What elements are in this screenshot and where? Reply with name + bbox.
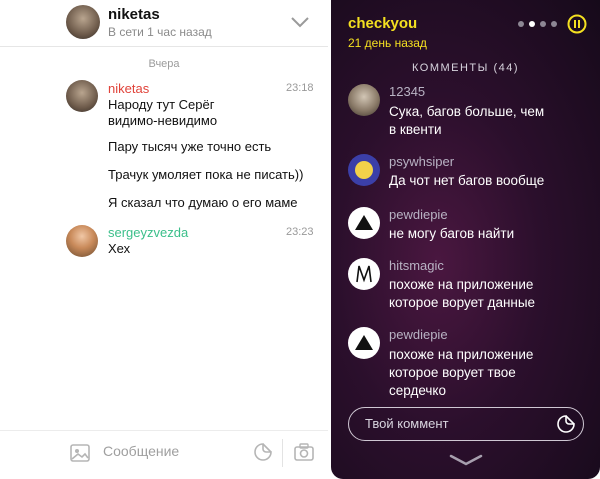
comments-label: КОММЕНТЫ (44) [411, 62, 520, 74]
message-text: Пару тысяч уже точно есть [108, 139, 272, 154]
contact-status: В сети 1 час назад [108, 25, 212, 39]
avatar[interactable] [348, 84, 380, 116]
comment-text: в квенти [389, 122, 442, 137]
avatar[interactable] [348, 207, 380, 239]
message-text: видимо-невидимо [108, 113, 218, 128]
message-author[interactable]: sergeyzvezda [108, 225, 188, 240]
page-dot [540, 21, 546, 27]
comment-text: Да чот нет багов вообще [389, 173, 545, 188]
comment-input-field[interactable]: Твой коммент [348, 407, 584, 441]
triangle-icon [355, 335, 373, 350]
page-dot [518, 21, 524, 27]
contact-name[interactable]: niketas [108, 6, 160, 23]
comment-author[interactable]: psywhsiper [389, 154, 454, 169]
sticker-icon[interactable] [557, 415, 575, 433]
logo-icon [356, 265, 372, 283]
sticker-icon[interactable] [254, 443, 272, 461]
pause-icon[interactable] [567, 14, 587, 34]
message-composer: Сообщение [0, 430, 328, 479]
page-dot [551, 21, 557, 27]
face-icon [355, 161, 373, 179]
message-time: 23:23 [286, 226, 314, 238]
comment-text: которое ворует данные [389, 295, 536, 310]
divider [282, 439, 283, 467]
avatar[interactable] [348, 327, 380, 359]
chevron-down-icon[interactable] [290, 12, 310, 32]
chat-panel: niketas В сети 1 час назад Вчера niketas… [0, 0, 328, 479]
avatar[interactable] [66, 80, 98, 112]
comment-input[interactable]: Твой коммент [365, 416, 449, 431]
comment-author[interactable]: 12345 [389, 84, 425, 99]
message-input[interactable]: Сообщение [103, 443, 243, 459]
message-author[interactable]: niketas [108, 81, 149, 96]
comment-text: Сука, багов больше, чем [389, 104, 545, 119]
comment-author[interactable]: hitsmagic [389, 258, 444, 273]
avatar[interactable] [348, 154, 380, 186]
checkyou-panel: checkyou 21 день назад КОММЕНТЫ (44) 123… [331, 0, 600, 479]
date-divider: Вчера [148, 58, 180, 70]
app-title: checkyou [348, 15, 418, 32]
chevron-down-icon[interactable] [449, 453, 483, 466]
page-indicator[interactable] [518, 20, 562, 28]
comment-author[interactable]: pewdiepie [389, 207, 448, 222]
comment-text: сердечко [389, 383, 446, 398]
camera-icon[interactable] [294, 443, 314, 461]
page-dot-active [529, 21, 535, 27]
message-text: Народу тут Серёг [108, 97, 215, 112]
avatar[interactable] [348, 258, 380, 290]
image-icon[interactable] [70, 444, 90, 462]
message-text: Я сказал что думаю о его маме [108, 195, 298, 210]
chat-header: niketas В сети 1 час назад [0, 0, 328, 47]
message-time: 23:18 [286, 82, 314, 94]
comment-author[interactable]: pewdiepie [389, 327, 448, 342]
avatar[interactable] [66, 225, 98, 257]
comment-text: не могу багов найти [389, 226, 515, 241]
avatar[interactable] [66, 5, 100, 39]
comment-text: которое ворует твое [389, 365, 516, 380]
comment-text: похоже на приложение [389, 347, 534, 362]
triangle-icon [355, 215, 373, 230]
message-text: Хех [108, 241, 131, 256]
app-subtitle: 21 день назад [348, 36, 427, 50]
message-text: Трачук умоляет пока не писать)) [108, 167, 304, 182]
comment-text: похоже на приложение [389, 277, 534, 292]
